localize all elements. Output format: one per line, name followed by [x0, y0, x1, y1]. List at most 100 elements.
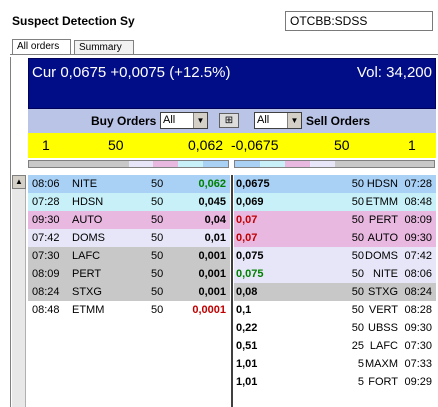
- ask-row[interactable]: 1,01 5 FORT 09:29: [234, 373, 436, 391]
- row-price: 0,045: [198, 196, 226, 208]
- ask-row[interactable]: 0,075 50 DOMS 07:42: [234, 247, 436, 265]
- ask-row[interactable]: 0,07 50 AUTO 09:30: [234, 229, 436, 247]
- tab-all-orders[interactable]: All orders: [12, 39, 71, 55]
- dropdown-arrow-icon[interactable]: ▼: [193, 113, 207, 128]
- bid-level-strip: [28, 160, 229, 168]
- row-price: 0,001: [198, 250, 226, 262]
- row-size: 50: [151, 196, 164, 208]
- row-price: 0,07: [236, 232, 258, 244]
- ask-row[interactable]: 0,069 50 ETMM 08:48: [234, 193, 436, 211]
- row-time: 08:06: [404, 268, 432, 280]
- row-time: 07:42: [32, 232, 60, 244]
- row-price: 0,075: [236, 250, 264, 262]
- level-color-swatch: [203, 161, 228, 167]
- row-price: 0,22: [236, 322, 258, 334]
- row-time: 07:28: [32, 196, 60, 208]
- bid-row[interactable]: 08:09 PERT 50 0,001: [28, 265, 230, 283]
- bid-row[interactable]: 08:24 STXG 50 0,001: [28, 283, 230, 301]
- row-mm: PERT: [72, 268, 102, 280]
- summary-sell-price: -0,0675: [231, 137, 279, 153]
- row-mm: AUTO: [72, 214, 103, 226]
- row-size: 25: [351, 340, 364, 352]
- row-size: 50: [151, 286, 164, 298]
- summary-buy-count: 1: [42, 137, 50, 153]
- quote-header: Cur 0,0675 +0,0075 (+12.5%) Vol: 34,200: [28, 58, 436, 109]
- row-mm: FORT: [368, 376, 398, 388]
- level-color-swatch: [153, 161, 179, 167]
- sell-orders-select[interactable]: All ▼: [254, 112, 302, 129]
- level-color-swatch: [309, 161, 335, 167]
- level-color-swatch: [334, 161, 360, 167]
- level-color-swatch: [359, 161, 385, 167]
- level-color-swatch: [78, 161, 104, 167]
- buy-orders-select-value: All: [163, 114, 176, 126]
- bid-row[interactable]: 09:30 AUTO 50 0,04: [28, 211, 230, 229]
- ask-level-strip: [234, 160, 435, 168]
- row-price: 0,0001: [192, 304, 226, 316]
- row-mm: MAXM: [365, 358, 398, 370]
- row-size: 50: [351, 304, 364, 316]
- row-time: 08:48: [404, 196, 432, 208]
- row-mm: PERT: [368, 214, 398, 226]
- row-mm: HDSN: [366, 178, 398, 190]
- book-divider: [231, 175, 233, 407]
- row-time: 09:30: [404, 322, 432, 334]
- bid-row[interactable]: 07:28 HDSN 50 0,045: [28, 193, 230, 211]
- row-size: 50: [351, 250, 364, 262]
- ask-row[interactable]: 0,075 50 NITE 08:06: [234, 265, 436, 283]
- row-time: 08:24: [404, 286, 432, 298]
- row-time: 09:29: [404, 376, 432, 388]
- bid-row[interactable]: 07:30 LAFC 50 0,001: [28, 247, 230, 265]
- row-price: 0,0675: [236, 178, 270, 190]
- level-color-swatch: [178, 161, 204, 167]
- row-time: 07:30: [32, 250, 60, 262]
- bid-row[interactable]: 07:42 DOMS 50 0,01: [28, 229, 230, 247]
- symbol-input[interactable]: [285, 11, 433, 31]
- row-time: 08:09: [32, 268, 60, 280]
- row-mm: DOMS: [365, 250, 398, 262]
- row-time: 09:30: [404, 232, 432, 244]
- row-size: 50: [351, 268, 364, 280]
- row-time: 07:28: [404, 178, 432, 190]
- ask-row[interactable]: 0,07 50 PERT 08:09: [234, 211, 436, 229]
- level-color-swatch: [128, 161, 154, 167]
- row-mm: NITE: [72, 178, 98, 190]
- volume: Vol: 34,200: [356, 64, 432, 81]
- summary-sell-size: 50: [334, 137, 350, 153]
- row-time: 08:09: [404, 214, 432, 226]
- ask-row[interactable]: 0,0675 50 HDSN 07:28: [234, 175, 436, 193]
- level-color-swatch: [53, 161, 79, 167]
- ask-row[interactable]: 1,01 5 MAXM 07:33: [234, 355, 436, 373]
- summary-sell-count: 1: [408, 137, 416, 153]
- scroll-up-icon[interactable]: ▲: [12, 175, 26, 189]
- row-size: 50: [151, 178, 164, 190]
- row-time: 08:48: [32, 304, 60, 316]
- ask-row[interactable]: 0,51 25 LAFC 07:30: [234, 337, 436, 355]
- buy-orders-select[interactable]: All ▼: [160, 112, 208, 129]
- row-mm: UBSS: [368, 322, 398, 334]
- row-size: 50: [151, 268, 164, 280]
- level-color-swatch: [259, 161, 285, 167]
- ask-row[interactable]: 0,1 50 VERT 08:28: [234, 301, 436, 319]
- level-color-swatch: [384, 161, 410, 167]
- tab-summary[interactable]: Summary: [74, 40, 134, 55]
- row-mm: AUTO: [367, 232, 398, 244]
- ask-row[interactable]: 0,22 50 UBSS 09:30: [234, 319, 436, 337]
- ask-row[interactable]: 0,08 50 STXG 08:24: [234, 283, 436, 301]
- level-color-swatch: [409, 161, 434, 167]
- bid-row[interactable]: 08:48 ETMM 50 0,0001: [28, 301, 230, 319]
- bid-row[interactable]: 08:06 NITE 50 0,062: [28, 175, 230, 193]
- row-mm: STXG: [72, 286, 102, 298]
- scrollbar[interactable]: ▲: [12, 175, 26, 407]
- dropdown-arrow-icon[interactable]: ▼: [287, 113, 301, 128]
- row-price: 0,075: [236, 268, 264, 280]
- level-color-swatch: [103, 161, 129, 167]
- row-mm: LAFC: [72, 250, 101, 262]
- row-size: 50: [351, 286, 364, 298]
- row-size: 50: [351, 178, 364, 190]
- row-price: 0,08: [236, 286, 258, 298]
- row-price: 0,04: [204, 214, 226, 226]
- row-price: 0,001: [198, 268, 226, 280]
- link-icon[interactable]: ⊞: [219, 113, 239, 128]
- app-title: Suspect Detection Sy: [12, 14, 135, 28]
